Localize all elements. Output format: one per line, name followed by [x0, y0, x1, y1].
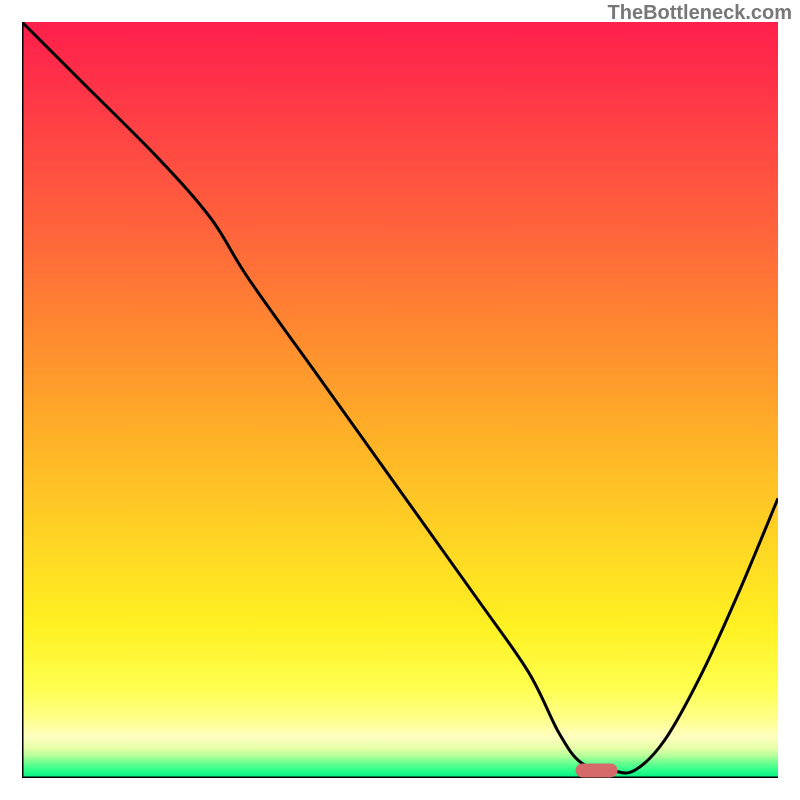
optimal-marker	[576, 763, 618, 777]
chart-svg	[22, 22, 778, 778]
plot-area	[22, 22, 778, 778]
bottleneck-curve	[22, 22, 778, 773]
watermark-label: TheBottleneck.com	[608, 2, 792, 25]
